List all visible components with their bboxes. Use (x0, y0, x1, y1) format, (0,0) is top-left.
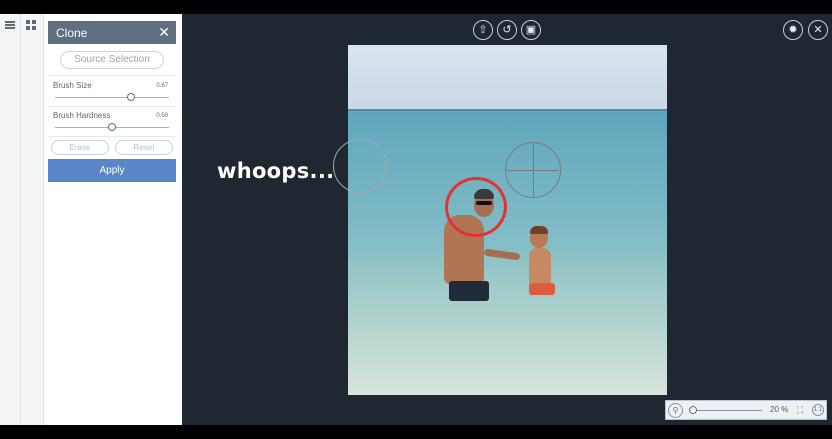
rail-divider (20, 14, 21, 425)
close-icon[interactable]: ✕ (158, 24, 170, 41)
erase-button[interactable]: Erase (51, 140, 109, 155)
apply-button[interactable]: Apply (48, 159, 176, 182)
grid-icon[interactable] (24, 18, 38, 32)
divider (48, 75, 176, 76)
photo-child-shorts (529, 283, 555, 295)
bottom-letterbox (0, 425, 832, 439)
photo-canvas[interactable] (348, 45, 667, 395)
clone-source-circle[interactable] (333, 139, 387, 193)
brush-size-track[interactable] (55, 97, 169, 98)
icon-rail (0, 14, 44, 425)
menu-icon[interactable] (3, 18, 17, 32)
photo-editor: Clone ✕ Source Selection Brush Size 0.67… (0, 14, 832, 425)
annotation-text: whoops... (217, 159, 335, 183)
brush-size-thumb[interactable] (127, 93, 135, 101)
zoom-bar: ⚲ 20 % ⛶ 1:1 (665, 400, 827, 420)
source-selection-button[interactable]: Source Selection (60, 51, 164, 69)
panel-title: Clone (56, 26, 88, 40)
close-icon[interactable]: ✕ (808, 20, 828, 40)
photo-child-hair (530, 226, 548, 234)
undo-icon[interactable]: ↺ (497, 20, 517, 40)
zoom-slider-track[interactable] (690, 410, 762, 411)
zoom-value: 20 % (770, 405, 789, 414)
photo-sky (348, 45, 667, 109)
photo-shallow-water (348, 251, 667, 395)
zoom-icon[interactable]: ⚲ (668, 403, 683, 418)
top-letterbox (0, 0, 832, 14)
panel-header: Clone ✕ (48, 21, 176, 44)
divider (48, 106, 176, 107)
brush-size-value: 0.67 (156, 83, 168, 89)
save-icon[interactable]: ▣ (521, 20, 541, 40)
brush-hardness-value: 0.50 (156, 113, 168, 119)
actual-size-button[interactable]: 1:1 (812, 404, 824, 416)
brush-hardness-label: Brush Hardness (53, 111, 111, 120)
zoom-slider-thumb[interactable] (689, 406, 697, 414)
brush-hardness-thumb[interactable] (108, 123, 116, 131)
upload-icon[interactable]: ⇧ (473, 20, 493, 40)
reset-button[interactable]: Reset (115, 140, 173, 155)
photo-man-shorts (449, 281, 489, 301)
brush-size-label: Brush Size (53, 81, 92, 90)
divider (48, 136, 176, 137)
gear-icon[interactable]: ✹ (783, 20, 803, 40)
fit-screen-icon[interactable]: ⛶ (794, 404, 806, 416)
clone-crosshair-cursor[interactable] (505, 142, 561, 198)
clone-panel: Clone ✕ Source Selection Brush Size 0.67… (44, 14, 182, 425)
